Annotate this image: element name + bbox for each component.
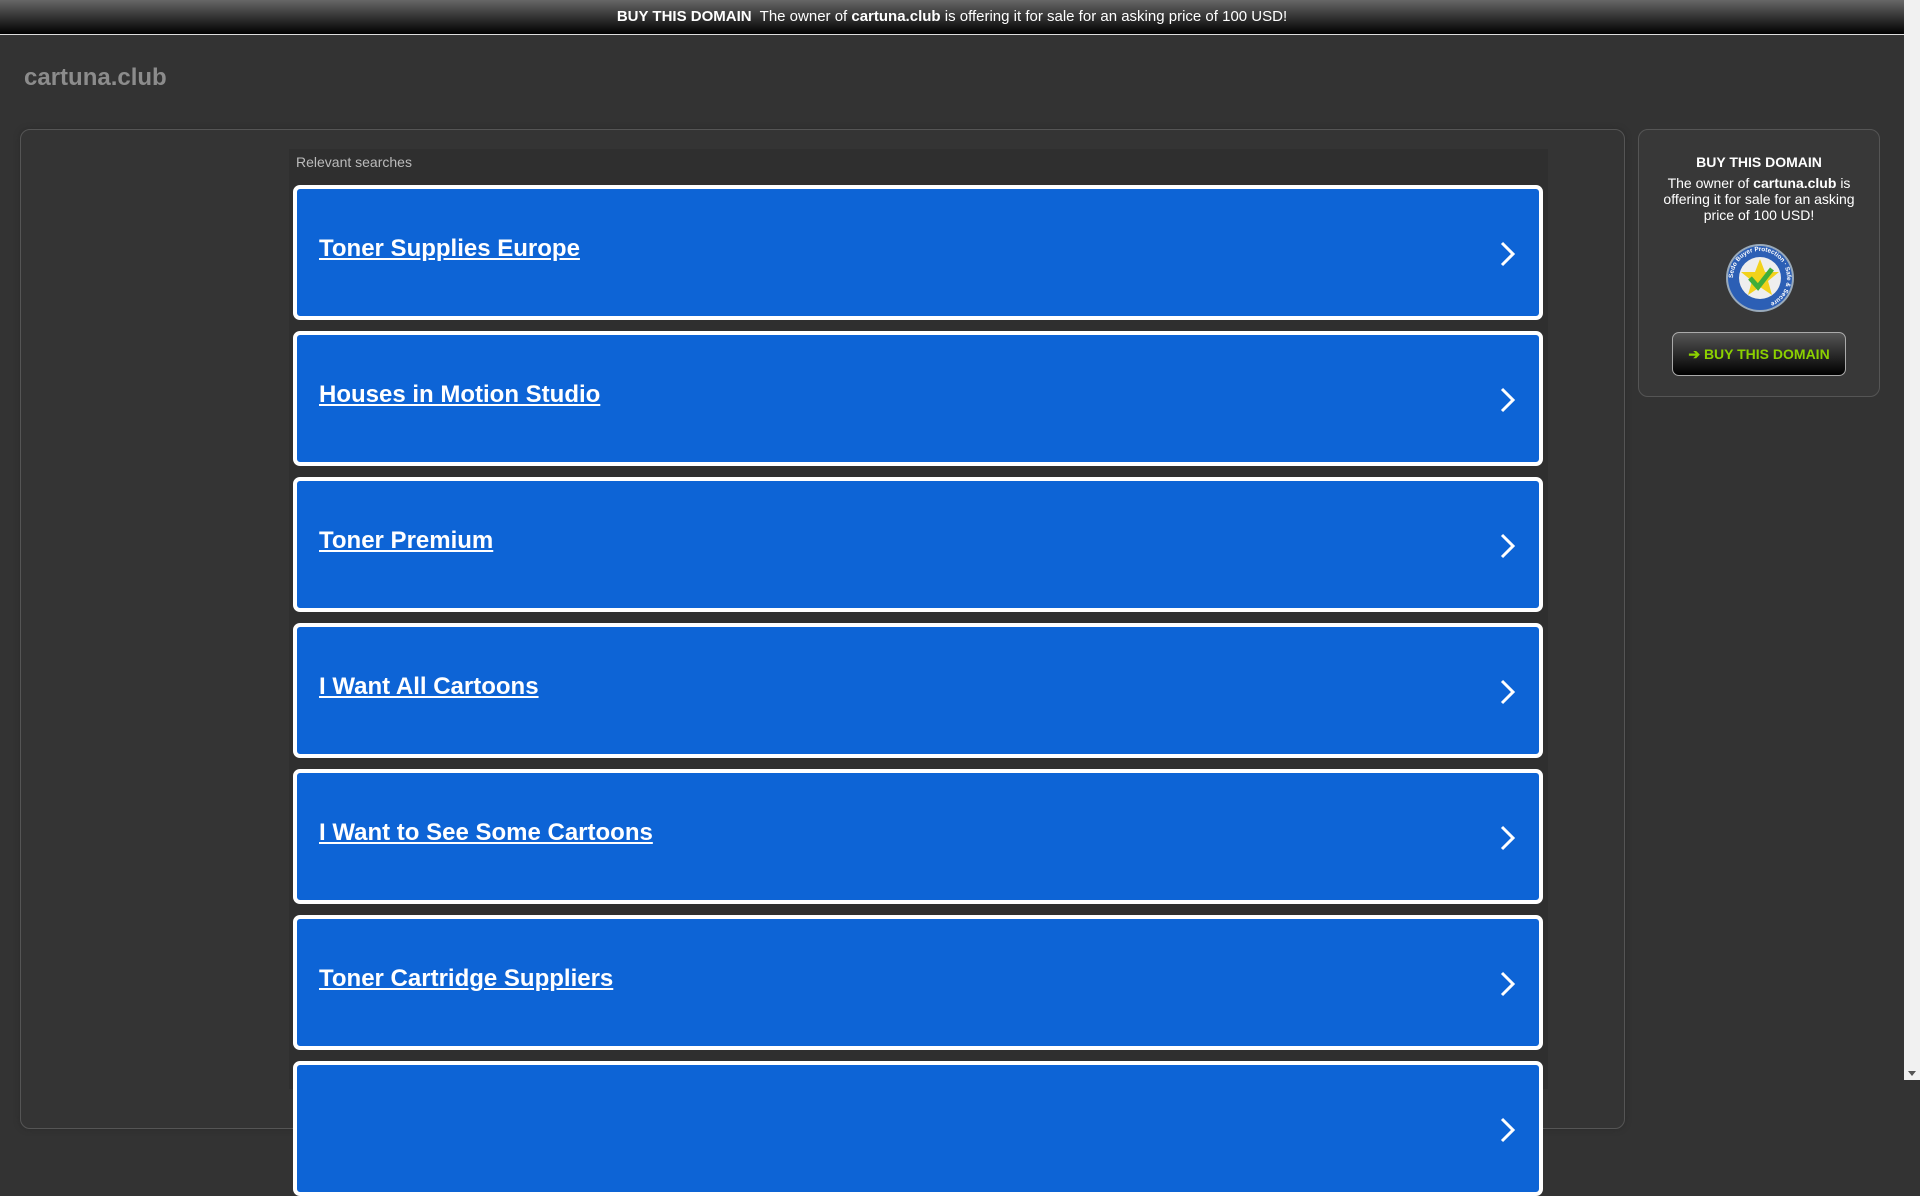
search-result-label: Toner Supplies Europe [319,235,580,262]
buy-button-label: BUY THIS DOMAIN [1703,346,1830,362]
banner-domain: cartuna.club [851,8,941,25]
chevron-right-icon [1500,241,1516,267]
search-result-link[interactable] [293,1061,1543,1196]
search-result-link[interactable]: I Want to See Some Cartoons [293,769,1543,904]
buy-description: The owner of cartuna.club is offering it… [1661,175,1857,223]
relevant-searches: Relevant searches Toner Supplies Europe H… [289,149,1548,1196]
search-result-link[interactable]: I Want All Cartoons [293,623,1543,758]
buy-heading: BUY THIS DOMAIN [1696,154,1822,170]
arrow-right-icon: ➔ [1688,346,1701,362]
banner-text1: The owner of [759,8,848,25]
chevron-right-icon [1500,825,1516,851]
scrollbar-thumb[interactable] [1907,2,1917,652]
search-result-label: I Want to See Some Cartoons [319,819,653,846]
buyer-protection-badge-icon: Sedo Buyer Protection · Safe & Secure [1726,244,1794,312]
search-result-label: Houses in Motion Studio [319,381,601,408]
search-result-link[interactable]: Toner Supplies Europe [293,185,1543,320]
site-title: cartuna.club [24,64,167,91]
relevant-searches-label: Relevant searches [296,154,412,170]
banner-text2: is offering it for sale for an asking pr… [944,8,1288,25]
sale-banner: BUY THIS DOMAIN The owner of cartuna.clu… [0,0,1904,35]
chevron-right-icon [1500,971,1516,997]
chevron-right-icon [1500,387,1516,413]
search-result-label: Toner Premium [319,527,494,554]
search-result-link[interactable]: Toner Premium [293,477,1543,612]
chevron-right-icon [1500,679,1516,705]
desc-text1: The owner of [1667,175,1750,191]
search-result-label: Toner Cartridge Suppliers [319,965,614,992]
search-result-label: I Want All Cartoons [319,673,539,700]
chevron-right-icon [1500,533,1516,559]
buy-domain-panel: BUY THIS DOMAIN The owner of cartuna.clu… [1638,129,1880,397]
chevron-right-icon [1500,1117,1516,1143]
scroll-down-icon[interactable] [1908,1071,1916,1076]
scrollbar[interactable] [1904,0,1920,1080]
search-result-link[interactable]: Toner Cartridge Suppliers [293,915,1543,1050]
banner-lead: BUY THIS DOMAIN [616,8,752,25]
search-result-link[interactable]: Houses in Motion Studio [293,331,1543,466]
desc-domain: cartuna.club [1753,175,1837,191]
buy-domain-button[interactable]: ➔ BUY THIS DOMAIN [1672,332,1846,376]
